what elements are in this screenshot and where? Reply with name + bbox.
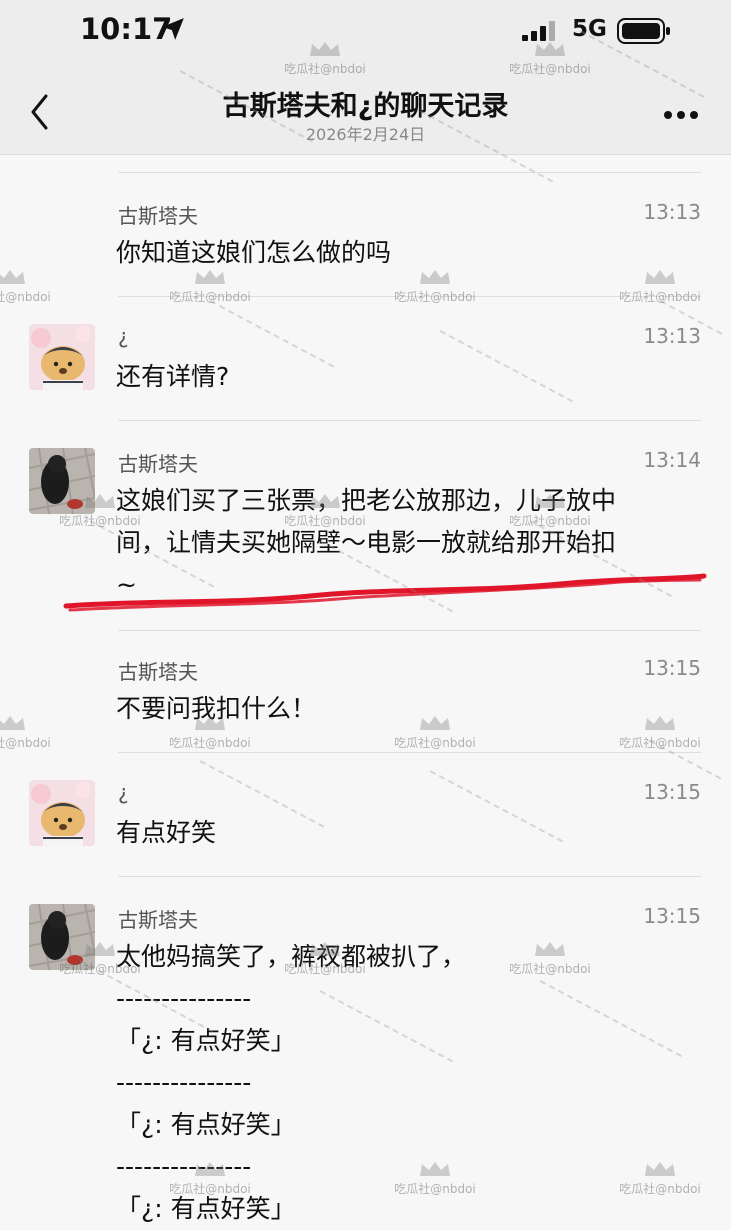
quoted-message: 「¿: 有点好笑」 [116, 1110, 296, 1139]
quote-separator: --------------- [116, 1068, 252, 1097]
crown-icon [645, 716, 675, 730]
message-sender: 古斯塔夫 [118, 452, 198, 476]
crown-icon [195, 270, 225, 284]
more-options-icon[interactable] [663, 110, 699, 120]
quote-separator: --------------- [116, 984, 252, 1013]
watermark-label: 吃瓜社@nbdoi [394, 1182, 476, 1196]
watermark-text: 吃瓜社@nbdoi [265, 40, 385, 77]
dog-avatar-icon [29, 780, 95, 846]
crown-icon [645, 1162, 675, 1176]
watermark-label: 吃瓜社@nbdoi [284, 62, 366, 76]
dog-avatar-icon [29, 324, 95, 390]
watermark-label: 吃瓜社@nbdoi [169, 736, 251, 750]
battery-icon [617, 18, 670, 44]
message-time: 13:13 [643, 324, 701, 348]
message-sender: 古斯塔夫 [118, 660, 198, 684]
crown-icon [420, 270, 450, 284]
message-text: 有点好笑 [116, 818, 217, 847]
watermark-text: 吃瓜社@nbdoi [265, 940, 385, 977]
message-line: 间，让情夫买她隔壁～电影一放就给那开始扣 [116, 528, 617, 557]
message-sender: ¿ [118, 780, 129, 804]
message-time: 13:14 [643, 448, 701, 472]
watermark-text: 吃瓜社@nbdoi [490, 40, 610, 77]
crown-icon [85, 494, 115, 508]
page-date: 2026年2月24日 [305, 125, 426, 144]
watermark-label: 吃瓜社@nbdoi [169, 1182, 251, 1196]
message-divider [118, 630, 701, 631]
message-time: 13:15 [643, 904, 701, 928]
watermark-label: 吃瓜社@nbdoi [619, 1182, 701, 1196]
watermark-label: 吃瓜社@nbdoi [509, 962, 591, 976]
watermark-text: 吃瓜社@nbdoi [375, 1160, 495, 1197]
message-sender: 古斯塔夫 [118, 204, 198, 228]
message-sender: 古斯塔夫 [118, 908, 198, 932]
watermark-label: 吃瓜社@nbdoi [394, 736, 476, 750]
message-sender: ¿ [118, 324, 129, 348]
crown-icon [0, 270, 25, 284]
watermark-text: 吃瓜社@nbdoi [150, 1160, 270, 1197]
crown-icon [310, 42, 340, 56]
crown-icon [535, 42, 565, 56]
watermark-text: 吃瓜社@nbdoi [0, 714, 70, 751]
avatar[interactable] [29, 780, 95, 846]
message-divider [118, 420, 701, 421]
crown-icon [535, 942, 565, 956]
crown-icon [645, 270, 675, 284]
avatar[interactable] [29, 324, 95, 390]
message-divider [118, 876, 701, 877]
watermark-text: 吃瓜社@nbdoi [150, 714, 270, 751]
cellular-signal-icon [522, 21, 555, 41]
crown-icon [0, 716, 25, 730]
watermark-text: 吃瓜社@nbdoi [40, 492, 160, 529]
crown-icon [310, 494, 340, 508]
watermark-text: 吃瓜社@nbdoi [0, 268, 70, 305]
watermark-text: 吃瓜社@nbdoi [600, 1160, 720, 1197]
status-time: 10:17 [80, 12, 173, 46]
watermark-text: 吃瓜社@nbdoi [490, 492, 610, 529]
crown-icon [420, 1162, 450, 1176]
watermark-text: 吃瓜社@nbdoi [490, 940, 610, 977]
location-arrow-icon [162, 18, 184, 40]
message-text: 还有详情? [116, 362, 230, 391]
crown-icon [420, 716, 450, 730]
watermark-label: 吃瓜社@nbdoi [0, 290, 51, 304]
crown-icon [535, 494, 565, 508]
crown-icon [310, 942, 340, 956]
watermark-label: 吃瓜社@nbdoi [284, 514, 366, 528]
message-time: 13:15 [643, 780, 701, 804]
watermark-text: 吃瓜社@nbdoi [375, 714, 495, 751]
watermark-label: 吃瓜社@nbdoi [509, 514, 591, 528]
crown-icon [85, 942, 115, 956]
page-title: 古斯塔夫和¿的聊天记录 [222, 91, 509, 122]
message-time: 13:13 [643, 200, 701, 224]
message-item: 古斯塔夫 13:15 太他妈搞笑了，裤衩都被扒了， --------------… [0, 876, 731, 1223]
message-item: ¿ 13:13 还有详情? [0, 296, 731, 416]
crown-icon [195, 716, 225, 730]
red-underline-annotation [63, 573, 707, 612]
watermark-label: 吃瓜社@nbdoi [0, 736, 51, 750]
watermark-label: 吃瓜社@nbdoi [394, 290, 476, 304]
message-time: 13:15 [643, 656, 701, 680]
watermark-label: 吃瓜社@nbdoi [284, 962, 366, 976]
message-divider [118, 752, 701, 753]
crown-icon [195, 1162, 225, 1176]
watermark-text: 吃瓜社@nbdoi [265, 492, 385, 529]
watermark-label: 吃瓜社@nbdoi [509, 62, 591, 76]
message-line: 太他妈搞笑了，裤衩都被扒了， [116, 942, 467, 971]
message-line: 这娘们买了三张票，把老公放那边，儿子放中 [116, 486, 617, 515]
watermark-text: 吃瓜社@nbdoi [375, 268, 495, 305]
message-divider [118, 172, 701, 173]
message-item: ¿ 13:15 有点好笑 [0, 752, 731, 876]
